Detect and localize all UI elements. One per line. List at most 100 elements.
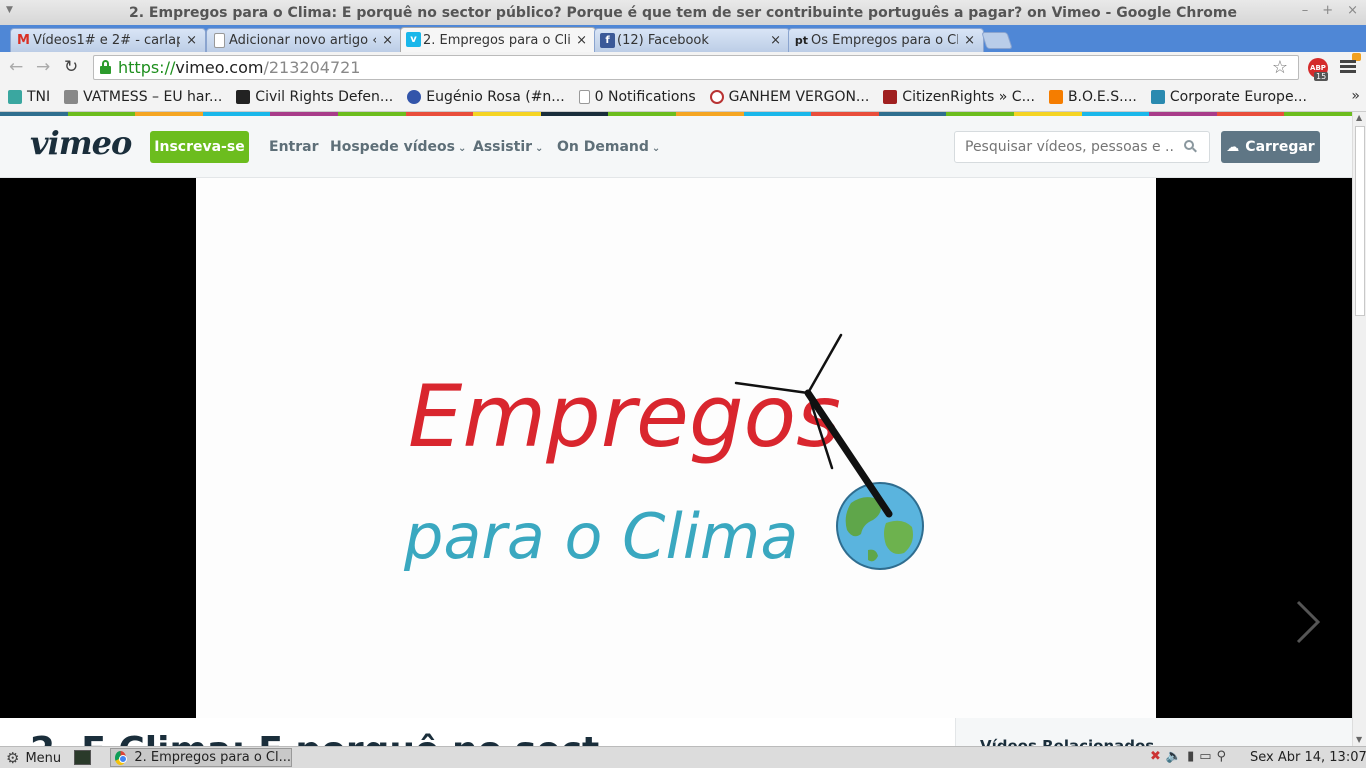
corporate-europe-icon <box>1150 90 1165 104</box>
cloud-upload-icon: ☁ <box>1226 139 1240 155</box>
page-scrollbar[interactable]: ▲ ▼ <box>1352 112 1366 746</box>
start-menu-label: Menu <box>25 750 62 766</box>
chrome-menu-icon[interactable] <box>1340 60 1356 75</box>
window-menu-icon[interactable]: ▼ <box>6 5 13 15</box>
signup-button[interactable]: Inscreva-se <box>150 131 249 163</box>
forward-arrow-icon[interactable]: → <box>36 57 50 77</box>
ganhem-icon <box>709 90 724 104</box>
search-box <box>954 131 1210 163</box>
logo-word-empregos: Empregos <box>408 367 841 467</box>
reload-icon[interactable]: ↻ <box>64 57 78 77</box>
tab-os-empregos[interactable]: pt Os Empregos para o Cli × <box>788 28 984 52</box>
tab-close-icon[interactable]: × <box>964 33 975 48</box>
vimeo-icon: v <box>406 32 421 47</box>
tab-adicionar-artigo[interactable]: Adicionar novo artigo ‹ × <box>206 28 402 52</box>
nav-on-demand[interactable]: On Demand ⌄ <box>557 139 660 155</box>
tab-vimeo-active[interactable]: v 2. Empregos para o Clir × <box>400 27 596 52</box>
bookmark-label: B.O.E.S.... <box>1067 89 1137 105</box>
signal-icon[interactable]: ▮ <box>1187 749 1194 764</box>
bookmarks-overflow-button[interactable]: » <box>1351 88 1360 104</box>
chrome-icon <box>115 750 128 765</box>
maximize-icon[interactable]: + <box>1322 3 1333 18</box>
bookmark-star-icon[interactable]: ☆ <box>1272 57 1288 78</box>
gear-icon: ⚙ <box>6 749 20 767</box>
url-scheme: https:// <box>118 58 176 77</box>
update-icon[interactable]: ⚲ <box>1217 749 1227 764</box>
nav-label: On Demand <box>557 139 649 155</box>
start-menu-button[interactable]: ⚙ Menu <box>6 749 61 767</box>
bookmark-tni[interactable]: TNI <box>8 89 50 105</box>
bookmark-ganhem[interactable]: GANHEM VERGON... <box>709 89 869 105</box>
tab-facebook[interactable]: f (12) Facebook × <box>594 28 790 52</box>
upload-button[interactable]: ☁ Carregar <box>1221 131 1320 163</box>
bookmark-eugenio-rosa[interactable]: Eugénio Rosa (#n... <box>407 89 565 105</box>
page-icon <box>578 90 590 104</box>
tab-close-icon[interactable]: × <box>186 33 197 48</box>
back-arrow-icon[interactable]: ← <box>9 57 23 77</box>
bookmark-notifications[interactable]: 0 Notifications <box>578 89 696 105</box>
bookmark-label: 0 Notifications <box>594 89 696 105</box>
tab-gmail[interactable]: M Vídeos1# e 2# - carlap × <box>10 28 206 52</box>
nav-entrar[interactable]: Entrar <box>269 139 318 155</box>
empregos-para-o-clima-logo: Empregos para o Clima <box>403 333 924 573</box>
nav-label: Entrar <box>269 139 319 155</box>
address-bar[interactable]: https:// vimeo.com /213204721 ☆ <box>93 55 1299 80</box>
tab-label: Adicionar novo artigo ‹ <box>229 33 377 48</box>
bookmark-label: TNI <box>27 89 51 105</box>
network-icon[interactable]: ▭ <box>1199 749 1211 764</box>
tab-close-icon[interactable]: × <box>576 33 587 48</box>
url-path: /213204721 <box>263 58 361 77</box>
upload-label: Carregar <box>1245 139 1315 155</box>
vimeo-header: vimeo Inscreva-se Entrar Hospede vídeos ⌄… <box>0 116 1352 178</box>
terminal-icon[interactable] <box>74 750 91 765</box>
nav-label: Hospede vídeos <box>330 139 455 155</box>
video-title: 2. E Clima: E porquê no sect <box>30 730 940 746</box>
scroll-down-icon[interactable]: ▼ <box>1356 735 1362 744</box>
nav-label: Assistir <box>473 139 533 155</box>
taskbar-task-label: 2. Empregos para o Cl... <box>134 750 291 765</box>
minimize-icon[interactable]: – <box>1302 3 1309 18</box>
bookmark-boes[interactable]: B.O.E.S.... <box>1048 89 1137 105</box>
tab-label: 2. Empregos para o Clir <box>423 32 571 48</box>
scrollbar-thumb[interactable] <box>1355 126 1365 316</box>
tab-close-icon[interactable]: × <box>770 33 781 48</box>
bookmark-label: Corporate Europe... <box>1169 89 1307 105</box>
bookmark-label: VATMESS – EU har... <box>83 89 223 105</box>
security-alert-icon[interactable]: ✖ <box>1150 749 1161 764</box>
new-tab-button[interactable] <box>981 32 1013 49</box>
tab-label: Vídeos1# e 2# - carlap <box>33 33 181 48</box>
bookmark-vatmess[interactable]: VATMESS – EU har... <box>64 89 222 105</box>
logo-word-para-o-clima: para o Clima <box>403 500 798 573</box>
facebook-icon: f <box>600 33 615 48</box>
bookmark-label: CitizenRights » C... <box>902 89 1035 105</box>
video-frame[interactable]: Empregos para o Clima <box>196 178 1156 718</box>
system-tray: ✖ 🔈 ▮ ▭ ⚲ <box>1150 749 1226 764</box>
blogger-icon <box>1048 90 1063 104</box>
tab-close-icon[interactable]: × <box>382 33 393 48</box>
scroll-up-icon[interactable]: ▲ <box>1356 113 1362 122</box>
gmail-icon: M <box>17 33 30 48</box>
close-window-icon[interactable]: × <box>1347 3 1358 18</box>
search-input[interactable] <box>965 139 1175 155</box>
bookmark-label: Civil Rights Defen... <box>255 89 394 105</box>
related-videos-heading: Vídeos Relacionados <box>980 737 1155 746</box>
next-video-arrow-icon[interactable] <box>1292 598 1322 646</box>
tab-label: (12) Facebook <box>617 33 709 48</box>
bookmark-label: Eugénio Rosa (#n... <box>426 89 565 105</box>
bookmark-citizenrights[interactable]: CitizenRights » C... <box>883 89 1035 105</box>
nav-hospede-videos[interactable]: Hospede vídeos ⌄ <box>330 139 466 155</box>
nav-assistir[interactable]: Assistir ⌄ <box>473 139 543 155</box>
chevron-down-icon: ⌄ <box>651 143 661 154</box>
bookmark-civil-rights[interactable]: Civil Rights Defen... <box>236 89 393 105</box>
bookmark-corporate-europe[interactable]: Corporate Europe... <box>1150 89 1307 105</box>
tab-strip: M Vídeos1# e 2# - carlap × Adicionar nov… <box>0 25 1366 52</box>
video-player[interactable]: Empregos para o Clima <box>0 178 1352 718</box>
search-icon[interactable] <box>1184 140 1197 153</box>
chevron-down-icon: ⌄ <box>457 143 467 154</box>
clock[interactable]: Sex Abr 14, 13:07 <box>1250 750 1366 765</box>
volume-icon[interactable]: 🔈 <box>1166 749 1182 764</box>
url-host: vimeo.com <box>175 58 264 77</box>
eugenio-rosa-icon <box>407 90 422 104</box>
vimeo-logo[interactable]: vimeo <box>30 124 132 162</box>
taskbar-chrome-window[interactable]: 2. Empregos para o Cl... <box>110 748 292 767</box>
